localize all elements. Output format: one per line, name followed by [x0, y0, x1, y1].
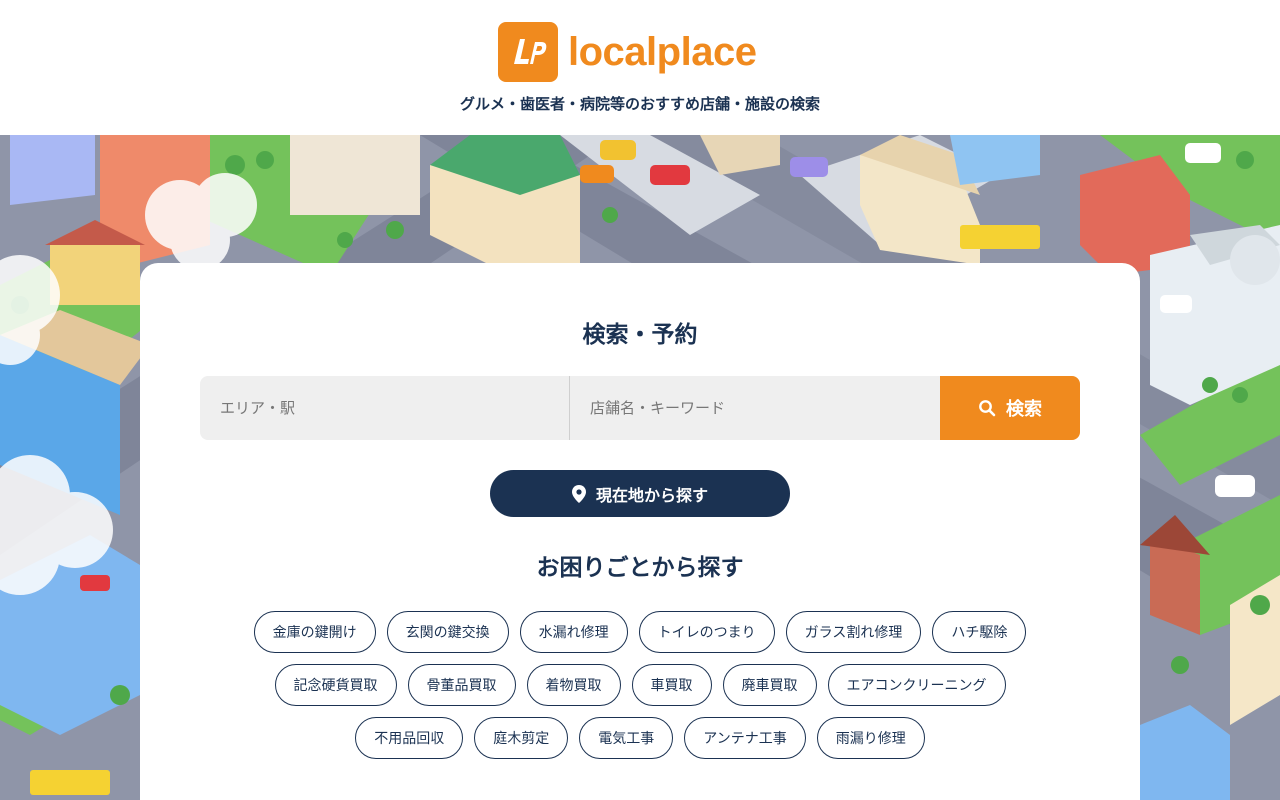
trouble-tag[interactable]: エアコンクリーニング [827, 664, 1006, 706]
trouble-tag[interactable]: 庭木剪定 [474, 717, 569, 759]
trouble-tag[interactable]: 車買取 [631, 664, 712, 706]
logo-text: localplace [568, 29, 757, 74]
search-button-label: 検索 [1006, 399, 1042, 420]
trouble-tag[interactable]: トイレのつまり [638, 611, 775, 653]
trouble-tag-row: 不用品回収 庭木剪定 電気工事 アンテナ工事 雨漏り修理 [200, 717, 1080, 759]
search-icon [979, 400, 996, 417]
trouble-tag[interactable]: ガラス割れ修理 [785, 611, 922, 653]
trouble-tag-row: 金庫の鍵開け 玄関の鍵交換 水漏れ修理 トイレのつまり ガラス割れ修理 ハチ駆除 [200, 611, 1080, 653]
trouble-tag[interactable]: 着物買取 [526, 664, 621, 706]
trouble-tag[interactable]: 不用品回収 [355, 717, 464, 759]
site-header: localplace グルメ・歯医者・病院等のおすすめ店舗・施設の検索 [0, 0, 1280, 135]
search-bar: 検索 [200, 376, 1080, 440]
trouble-tag[interactable]: 記念硬貨買取 [274, 664, 397, 706]
map-pin-icon [571, 484, 586, 503]
current-location-label: 現在地から探す [595, 485, 708, 505]
trouble-tag[interactable]: 水漏れ修理 [519, 611, 628, 653]
logo-mark [498, 22, 558, 82]
trouble-tag-row: 記念硬貨買取 骨董品買取 着物買取 車買取 廃車買取 エアコンクリーニング [200, 664, 1080, 706]
search-card: 検索・予約 検索 現在地から探す お困りごとから探す 金庫の鍵開け 玄関の鍵交換… [140, 263, 1140, 800]
area-station-input[interactable] [200, 376, 569, 440]
search-title: 検索・予約 [582, 322, 698, 348]
trouble-tag[interactable]: 雨漏り修理 [816, 717, 925, 759]
trouble-tag[interactable]: 電気工事 [579, 717, 674, 759]
trouble-tag[interactable]: ハチ駆除 [932, 611, 1027, 653]
trouble-tag[interactable]: 骨董品買取 [407, 664, 516, 706]
trouble-tag[interactable]: 廃車買取 [722, 664, 817, 706]
trouble-tags: 金庫の鍵開け 玄関の鍵交換 水漏れ修理 トイレのつまり ガラス割れ修理 ハチ駆除… [200, 611, 1080, 770]
keyword-input[interactable] [570, 376, 940, 440]
trouble-tag[interactable]: 玄関の鍵交換 [386, 611, 509, 653]
logo-mark-glyph [514, 39, 547, 64]
trouble-tag[interactable]: 金庫の鍵開け [253, 611, 376, 653]
header-tagline: グルメ・歯医者・病院等のおすすめ店舗・施設の検索 [459, 95, 820, 113]
troubles-title: お困りごとから探す [536, 555, 744, 581]
trouble-tag[interactable]: アンテナ工事 [684, 717, 806, 759]
site-logo[interactable]: localplace [498, 22, 757, 82]
search-button[interactable]: 検索 [940, 376, 1080, 440]
current-location-button[interactable]: 現在地から探す [490, 470, 790, 517]
